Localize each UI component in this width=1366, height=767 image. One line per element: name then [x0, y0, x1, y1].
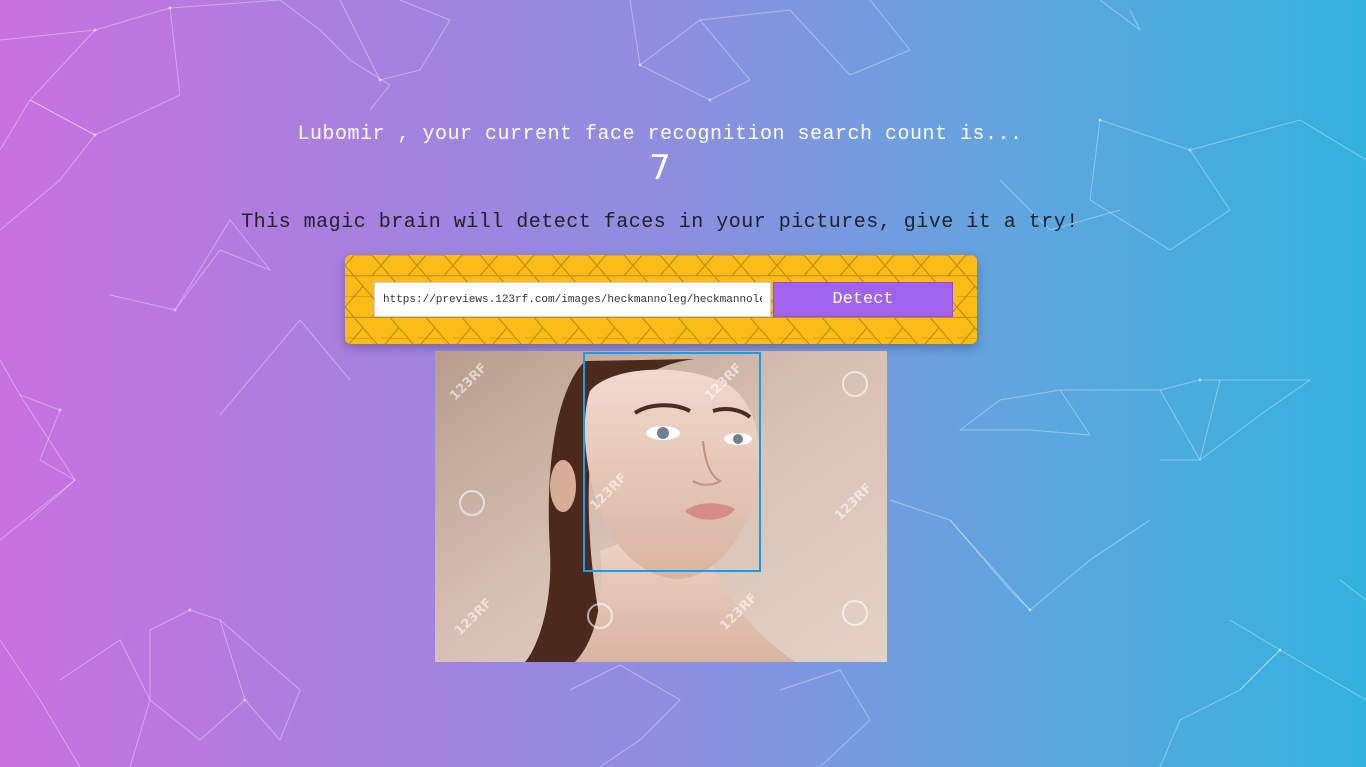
- search-count: 7: [649, 148, 671, 188]
- face-bounding-box: [583, 352, 761, 572]
- detected-image: 123RF 123RF 123RF 123RF 123RF 123RF: [435, 351, 887, 662]
- image-url-form: Detect: [345, 255, 977, 344]
- detect-button[interactable]: Detect: [773, 282, 953, 317]
- tagline-text: This magic brain will detect faces in yo…: [241, 211, 1079, 234]
- greeting-text: Lubomir , your current face recognition …: [297, 123, 1023, 146]
- image-url-input[interactable]: [374, 282, 771, 317]
